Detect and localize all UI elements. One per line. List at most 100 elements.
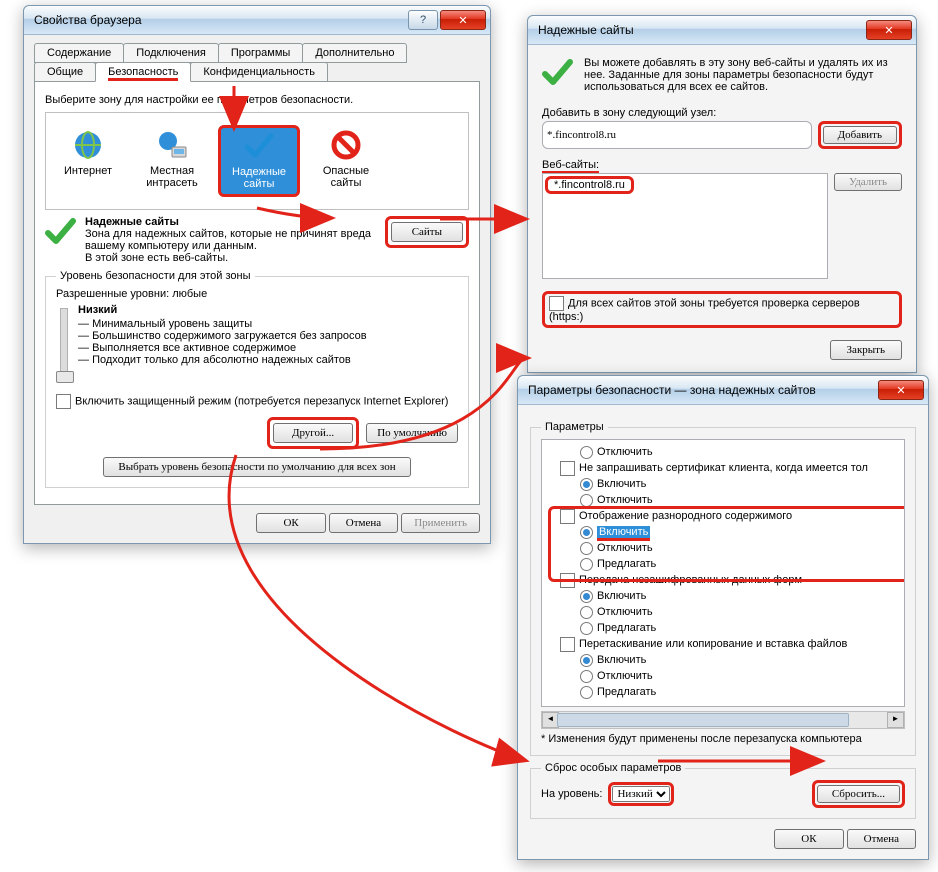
scroll-thumb[interactable] bbox=[557, 713, 849, 727]
tab-connections[interactable]: Подключения bbox=[123, 43, 219, 63]
option-group: Передача незашифрованных данных форм bbox=[546, 572, 904, 588]
params-legend: Параметры bbox=[541, 421, 608, 433]
https-required-label: Для всех сайтов этой зоны требуется пров… bbox=[549, 297, 860, 323]
params-fieldset: Параметры ОтключитьНе запрашивать сертиф… bbox=[530, 421, 916, 756]
radio-icon bbox=[580, 606, 593, 619]
level-legend: Уровень безопасности для этой зоны bbox=[56, 270, 255, 282]
trusted-sites-window: Надежные сайты ✕ Вы можете добавлять в э… bbox=[527, 15, 917, 373]
radio-icon bbox=[580, 558, 593, 571]
tab-programs[interactable]: Программы bbox=[218, 43, 303, 63]
add-site-input[interactable] bbox=[542, 121, 812, 149]
option-radio[interactable]: Отключить bbox=[546, 492, 904, 508]
option-group: Не запрашивать сертификат клиента, когда… bbox=[546, 460, 904, 476]
radio-icon bbox=[580, 494, 593, 507]
zone-internet[interactable]: Интернет bbox=[50, 125, 126, 197]
radio-icon bbox=[580, 446, 593, 459]
close-button[interactable]: ✕ bbox=[440, 10, 486, 30]
horizontal-scrollbar[interactable]: ◄ ► bbox=[541, 711, 905, 729]
tab-security[interactable]: Безопасность bbox=[95, 62, 191, 82]
intranet-icon bbox=[156, 129, 188, 161]
slider-thumb[interactable] bbox=[56, 371, 74, 383]
close-button[interactable]: ✕ bbox=[878, 380, 924, 400]
restart-note: * Изменения будут применены после переза… bbox=[541, 733, 905, 745]
option-radio[interactable]: Включить bbox=[546, 588, 904, 604]
tab-general[interactable]: Общие bbox=[34, 62, 96, 82]
tabs-row-1: Содержание Подключения Программы Дополни… bbox=[34, 43, 480, 62]
zone-trusted[interactable]: Надежные сайты bbox=[218, 125, 300, 197]
add-label: Добавить в зону следующий узел: bbox=[542, 107, 902, 119]
radio-icon bbox=[580, 542, 593, 555]
reset-button[interactable]: Сбросить... bbox=[817, 785, 900, 803]
window-title: Параметры безопасности — зона надежных с… bbox=[528, 383, 876, 397]
zone-restricted[interactable]: Опасные сайты bbox=[308, 125, 384, 197]
reset-level-select[interactable]: Низкий bbox=[612, 786, 670, 802]
tab-advanced[interactable]: Дополнительно bbox=[302, 43, 407, 63]
remove-button[interactable]: Удалить bbox=[834, 173, 902, 191]
custom-level-button[interactable]: Другой... bbox=[273, 423, 353, 443]
default-level-button[interactable]: По умолчанию bbox=[366, 423, 458, 443]
ok-button[interactable]: ОК bbox=[774, 829, 843, 849]
globe-icon bbox=[72, 129, 104, 161]
radio-icon bbox=[580, 654, 593, 667]
tab-privacy[interactable]: Конфиденциальность bbox=[190, 62, 328, 82]
apply-button[interactable]: Применить bbox=[401, 513, 480, 533]
green-check-icon bbox=[45, 216, 77, 248]
tree-icon bbox=[560, 573, 575, 588]
sites-listbox[interactable]: *.fincontrol8.ru bbox=[542, 173, 828, 279]
titlebar: Свойства браузера ? ✕ bbox=[24, 6, 490, 35]
protected-mode-label: Включить защищенный режим (потребуется п… bbox=[75, 395, 448, 407]
trusted-desc: Зона для надежных сайтов, которые не при… bbox=[85, 228, 371, 252]
options-tree[interactable]: ОтключитьНе запрашивать сертификат клиен… bbox=[541, 439, 905, 707]
ok-button[interactable]: ОК bbox=[256, 513, 325, 533]
tree-icon bbox=[560, 637, 575, 652]
option-radio[interactable]: Предлагать bbox=[546, 684, 904, 700]
radio-icon bbox=[580, 670, 593, 683]
level-allowed: Разрешенные уровни: любые bbox=[56, 288, 458, 300]
site-item[interactable]: *.fincontrol8.ru bbox=[545, 176, 634, 194]
radio-icon bbox=[580, 478, 593, 491]
green-check-icon bbox=[542, 57, 574, 89]
security-settings-window: Параметры безопасности — зона надежных с… bbox=[517, 375, 929, 860]
option-radio[interactable]: Предлагать bbox=[546, 620, 904, 636]
trusted-title: Надежные сайты bbox=[85, 216, 179, 228]
radio-icon bbox=[580, 526, 593, 539]
protected-mode-checkbox[interactable] bbox=[56, 394, 71, 409]
browser-properties-window: Свойства браузера ? ✕ Содержание Подключ… bbox=[23, 5, 491, 544]
tree-icon bbox=[560, 509, 575, 524]
option-radio[interactable]: Включить bbox=[546, 524, 904, 540]
sites-button[interactable]: Сайты bbox=[391, 222, 463, 242]
tabs-row-2: Общие Безопасность Конфиденциальность bbox=[34, 62, 480, 81]
window-title: Свойства браузера bbox=[34, 13, 406, 27]
https-required-checkbox[interactable] bbox=[549, 296, 564, 311]
reset-all-zones-button[interactable]: Выбрать уровень безопасности по умолчани… bbox=[103, 457, 410, 477]
zone-list: Интернет Местная интрасеть Надежные сайт… bbox=[50, 125, 464, 197]
option-group: Отображение разнородного содержимого bbox=[546, 508, 904, 524]
sites-label: Веб-сайты: bbox=[542, 159, 599, 174]
reset-legend: Сброс особых параметров bbox=[541, 762, 685, 774]
option-radio[interactable]: Включить bbox=[546, 476, 904, 492]
close-button[interactable]: ✕ bbox=[866, 20, 912, 40]
level-name: Низкий bbox=[78, 304, 117, 316]
checkmark-icon bbox=[243, 130, 275, 162]
level-slider[interactable] bbox=[60, 308, 68, 380]
radio-icon bbox=[580, 622, 593, 635]
close-dialog-button[interactable]: Закрыть bbox=[830, 340, 902, 360]
add-button[interactable]: Добавить bbox=[823, 126, 897, 144]
help-button[interactable]: ? bbox=[408, 10, 438, 30]
cancel-button[interactable]: Отмена bbox=[847, 829, 916, 849]
titlebar: Параметры безопасности — зона надежных с… bbox=[518, 376, 928, 405]
tab-content[interactable]: Содержание bbox=[34, 43, 124, 63]
scroll-right-arrow[interactable]: ► bbox=[887, 712, 904, 728]
option-radio[interactable]: Отключить bbox=[546, 444, 904, 460]
intro-text: Вы можете добавлять в эту зону веб-сайты… bbox=[584, 57, 902, 93]
option-radio[interactable]: Включить bbox=[546, 652, 904, 668]
trusted-has-sites: В этой зоне есть веб-сайты. bbox=[85, 252, 228, 264]
cancel-button[interactable]: Отмена bbox=[329, 513, 398, 533]
option-radio[interactable]: Отключить bbox=[546, 668, 904, 684]
titlebar: Надежные сайты ✕ bbox=[528, 16, 916, 45]
option-radio[interactable]: Предлагать bbox=[546, 556, 904, 572]
restricted-icon bbox=[330, 129, 362, 161]
zone-intranet[interactable]: Местная интрасеть bbox=[134, 125, 210, 197]
option-radio[interactable]: Отключить bbox=[546, 540, 904, 556]
option-radio[interactable]: Отключить bbox=[546, 604, 904, 620]
